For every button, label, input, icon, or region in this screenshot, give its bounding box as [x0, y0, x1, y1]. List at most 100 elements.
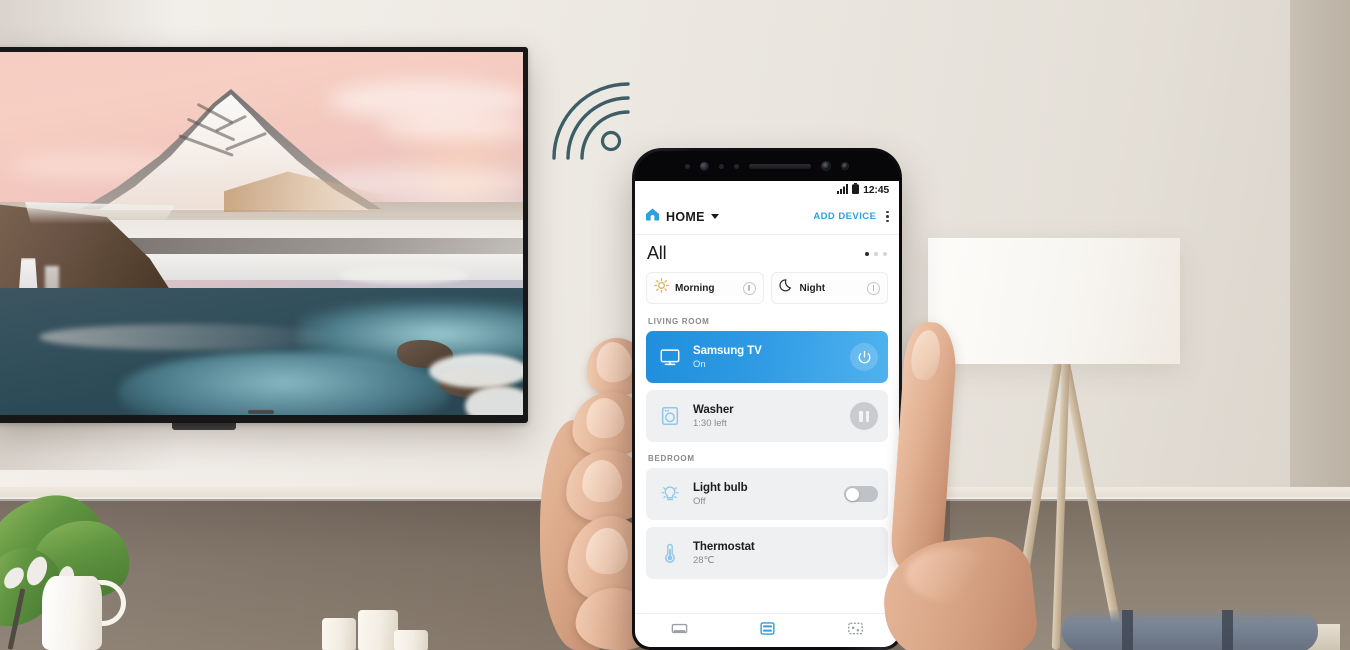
mat-strap — [1222, 610, 1233, 650]
list-card-icon — [758, 619, 777, 643]
page-dot-active[interactable] — [865, 251, 869, 256]
add-device-button[interactable]: ADD DEVICE — [813, 211, 876, 222]
bottom-navigation-bar — [635, 613, 899, 647]
device-control-washer[interactable] — [850, 402, 878, 430]
scene-card-night[interactable]: Night — [770, 272, 888, 304]
device-text-thermostat: Thermostat 28℃ — [693, 541, 755, 566]
chevron-down-icon[interactable] — [710, 214, 719, 219]
scene-label-night: Night — [799, 282, 826, 294]
power-button[interactable] — [850, 343, 878, 371]
snow-patch — [429, 354, 523, 388]
toggle-switch[interactable] — [844, 486, 878, 502]
list-spacer — [635, 586, 899, 613]
device-list-bedroom: Light bulb Off Thermostat 28℃ — [635, 468, 899, 586]
device-status: Off — [693, 495, 706, 507]
earpiece-speaker — [749, 163, 811, 169]
scene-label-morning: Morning — [675, 282, 715, 294]
group-label-living-room: LIVING ROOM — [635, 312, 899, 331]
status-bar-time: 12:45 — [863, 184, 889, 196]
device-control-samsung-tv[interactable] — [850, 343, 878, 371]
device-name: Thermostat — [693, 540, 755, 553]
device-text-washer: Washer 1:30 left — [693, 404, 734, 429]
lake-sheen — [39, 324, 339, 350]
nav-item-devices[interactable] — [635, 619, 723, 643]
automation-icon — [846, 619, 865, 643]
device-card-samsung-tv[interactable]: Samsung TV On — [646, 331, 888, 383]
pillar-candle — [322, 618, 356, 650]
ceramic-pitcher — [42, 576, 102, 650]
cloud — [379, 114, 523, 140]
wifi-signal-icon — [548, 78, 634, 164]
page-title: All — [647, 243, 667, 263]
cellular-signal-icon — [837, 181, 849, 199]
info-glyph — [748, 285, 750, 291]
home-selector[interactable]: HOME — [645, 207, 719, 227]
info-circle-icon[interactable] — [742, 281, 756, 295]
led-indicator-icon — [734, 163, 739, 169]
device-list-living-room: Samsung TV On Washer 1:30 left — [635, 331, 899, 449]
device-status: On — [693, 358, 706, 370]
kebab-menu-icon[interactable] — [886, 210, 889, 223]
washing-machine-icon — [658, 404, 682, 428]
shoreline-band — [119, 238, 523, 254]
front-camera-icon — [821, 161, 831, 171]
page-dot[interactable] — [883, 251, 887, 256]
phone-inner: 12:45 HOME ADD DEVICE All Morning Night … — [635, 151, 899, 647]
pause-button[interactable] — [850, 402, 878, 430]
battery-icon — [852, 181, 860, 199]
cliff-snow — [25, 202, 175, 224]
thermometer-icon — [658, 541, 682, 565]
light-bulb-icon — [658, 482, 682, 506]
nav-item-list[interactable] — [723, 619, 811, 643]
page-dot[interactable] — [874, 251, 878, 256]
device-card-washer[interactable]: Washer 1:30 left — [646, 390, 888, 442]
scene-cards: Morning Night — [635, 270, 899, 312]
pillar-candle — [358, 610, 398, 650]
pillar-candle — [394, 630, 428, 650]
mat-strap — [1122, 610, 1133, 650]
lamp-shade — [928, 238, 1180, 364]
phone-screen: 12:45 HOME ADD DEVICE All Morning Night … — [635, 181, 899, 647]
secondary-sensor-icon — [841, 162, 849, 170]
smartphone: 12:45 HOME ADD DEVICE All Morning Night … — [632, 148, 902, 650]
kebab-dot — [886, 210, 889, 214]
device-status: 1:30 left — [693, 417, 727, 429]
device-card-thermostat[interactable]: Thermostat 28℃ — [646, 527, 888, 579]
kebab-dot — [886, 219, 889, 223]
home-title: HOME — [666, 209, 705, 224]
device-status: 28℃ — [693, 554, 715, 566]
moon-icon — [778, 278, 794, 298]
pause-bar — [865, 410, 869, 422]
device-name: Samsung TV — [693, 344, 762, 357]
home-icon — [645, 207, 660, 227]
device-text-light-bulb: Light bulb Off — [693, 482, 748, 507]
kebab-dot — [886, 215, 889, 218]
device-name: Washer — [693, 403, 734, 416]
device-card-light-bulb[interactable]: Light bulb Off — [646, 468, 888, 520]
info-circle-icon[interactable] — [867, 281, 880, 295]
right-hand-highlight — [906, 548, 996, 602]
sun-icon — [654, 278, 669, 298]
iris-scanner-icon — [700, 161, 709, 171]
snow-patch — [339, 266, 469, 284]
rolled-yoga-mat — [1062, 610, 1318, 650]
scene-card-morning[interactable]: Morning — [646, 272, 764, 304]
toggle-knob — [846, 487, 859, 501]
wall-mounted-tv — [0, 47, 528, 423]
tv-brand-logo — [248, 410, 274, 414]
page-indicator-dots[interactable] — [865, 251, 887, 256]
group-label-bedroom: BEDROOM — [635, 449, 899, 468]
pause-bar — [859, 410, 863, 422]
proximity-sensor-icon — [685, 163, 690, 169]
device-name: Light bulb — [693, 481, 748, 494]
info-glyph — [872, 285, 875, 291]
devices-icon — [670, 619, 689, 643]
device-control-light-bulb[interactable] — [844, 486, 878, 502]
device-text-samsung-tv: Samsung TV On — [693, 345, 762, 370]
app-bar: HOME ADD DEVICE — [635, 199, 899, 235]
status-bar: 12:45 — [635, 181, 899, 199]
tv-screen — [0, 52, 523, 415]
page-header-row: All — [635, 235, 899, 270]
light-sensor-icon — [719, 163, 724, 169]
tv-monitor-icon — [658, 345, 682, 369]
